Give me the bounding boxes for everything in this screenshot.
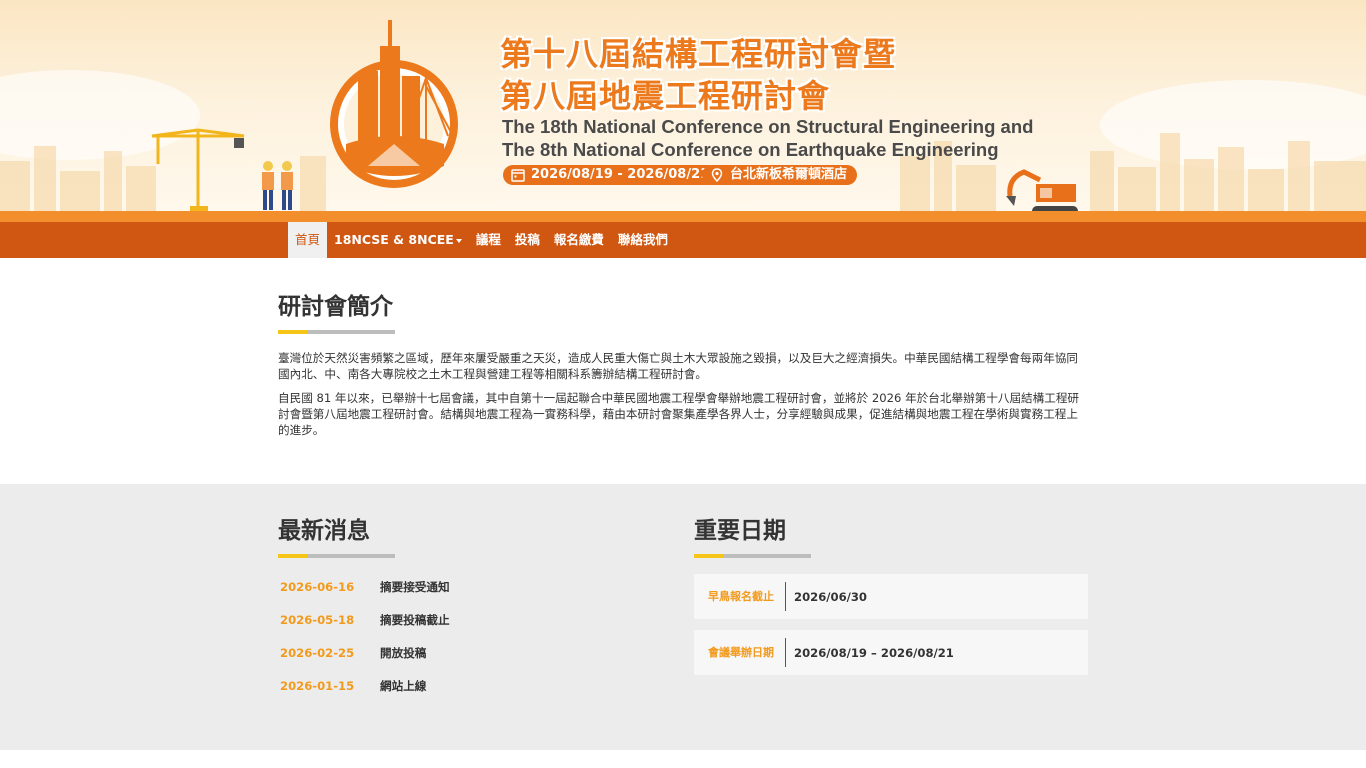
date-value: 2026/08/19 – 2026/08/21 xyxy=(794,645,954,660)
news-item[interactable]: 2026-02-25 開放投稿 xyxy=(278,636,638,669)
date-card: 早鳥報名截止 2026/06/30 xyxy=(694,574,1088,619)
conference-logo xyxy=(330,20,458,188)
news-date: 2026-05-18 xyxy=(280,612,355,627)
date-badge: 2026/08/19 - 2026/08/21 xyxy=(503,165,720,185)
excavator-illustration xyxy=(1006,169,1078,211)
news-item[interactable]: 2026-01-15 網站上線 xyxy=(278,669,638,702)
title-underline xyxy=(278,330,395,334)
news-dates-section: 最新消息 2026-06-16 摘要接受通知 2026-05-18 摘要投稿截止… xyxy=(0,484,1366,750)
title-en-line1: The 18th National Conference on Structur… xyxy=(502,116,1034,137)
nav-registration[interactable]: 報名繳費 xyxy=(547,222,611,258)
dates-list: 早鳥報名截止 2026/06/30 會議舉辦日期 2026/08/19 – 20… xyxy=(694,574,1088,675)
nav-submission[interactable]: 投稿 xyxy=(508,222,547,258)
date-label: 會議舉辦日期 xyxy=(708,638,786,667)
date-value: 2026/06/30 xyxy=(794,589,868,604)
news-item[interactable]: 2026-06-16 摘要接受通知 xyxy=(278,570,638,603)
date-card: 會議舉辦日期 2026/08/19 – 2026/08/21 xyxy=(694,630,1088,675)
venue-badge: 台北新板希爾頓酒店 xyxy=(702,165,858,185)
nav-home[interactable]: 首頁 xyxy=(288,222,328,258)
important-dates-title: 重要日期 xyxy=(694,518,786,544)
news-text: 摘要接受通知 xyxy=(380,579,450,594)
caret-down-icon xyxy=(455,238,462,243)
nav-agenda[interactable]: 議程 xyxy=(469,222,508,258)
date-label: 早鳥報名截止 xyxy=(708,582,786,611)
crane-illustration xyxy=(151,128,245,211)
news-list: 2026-06-16 摘要接受通知 2026-05-18 摘要投稿截止 2026… xyxy=(278,570,638,702)
important-dates-panel: 重要日期 早鳥報名截止 2026/06/30 會議舉辦日期 2026/08/19… xyxy=(694,516,1088,675)
title-zh-line2: 第八屆地震工程研討會 xyxy=(500,77,831,115)
banner-stripe xyxy=(0,211,1366,222)
news-panel: 最新消息 2026-06-16 摘要接受通知 2026-05-18 摘要投稿截止… xyxy=(278,516,638,702)
date-range-text: 2026/08/19 - 2026/08/21 xyxy=(531,167,710,182)
calendar-icon xyxy=(511,169,525,182)
intro-section: 研討會簡介 臺灣位於天然災害頻繁之區域，歷年來屢受嚴重之天災，造成人民重大傷亡與… xyxy=(0,258,1366,484)
venue-text: 台北新板希爾頓酒店 xyxy=(730,167,848,182)
news-date: 2026-01-15 xyxy=(280,678,355,693)
workers-illustration xyxy=(262,161,293,210)
title-underline xyxy=(694,554,811,558)
news-item[interactable]: 2026-05-18 摘要投稿截止 xyxy=(278,603,638,636)
title-underline xyxy=(278,554,395,558)
title-en-line2: The 8th National Conference on Earthquak… xyxy=(502,139,999,160)
nav-conference-label: 18NCSE & 8NCEE xyxy=(334,232,454,247)
news-date: 2026-06-16 xyxy=(280,579,355,594)
title-zh-line1: 第十八屆結構工程研討會暨 xyxy=(500,35,897,73)
main-nav: 首頁 18NCSE & 8NCEE 議程 投稿 報名繳費 聯絡我們 xyxy=(0,222,1366,258)
news-title: 最新消息 xyxy=(278,518,370,544)
header-banner: 第十八屆結構工程研討會暨 第八屆地震工程研討會 The 18th Nationa… xyxy=(0,0,1366,211)
news-text: 網站上線 xyxy=(380,678,427,693)
news-text: 摘要投稿截止 xyxy=(380,612,450,627)
news-date: 2026-02-25 xyxy=(280,645,355,660)
intro-paragraph-2: 自民國 81 年以來，已舉辦十七屆會議，其中自第十一屆起聯合中華民國地震工程學會… xyxy=(278,391,1080,437)
footer-strip xyxy=(0,750,1366,768)
intro-paragraph-1: 臺灣位於天然災害頻繁之區域，歷年來屢受嚴重之天災，造成人民重大傷亡與土木大眾設施… xyxy=(278,351,1078,381)
location-pin-icon xyxy=(711,168,723,182)
news-text: 開放投稿 xyxy=(380,645,427,660)
nav-conference-dropdown[interactable]: 18NCSE & 8NCEE xyxy=(327,222,469,258)
nav-contact[interactable]: 聯絡我們 xyxy=(611,222,675,258)
intro-title: 研討會簡介 xyxy=(278,294,393,320)
